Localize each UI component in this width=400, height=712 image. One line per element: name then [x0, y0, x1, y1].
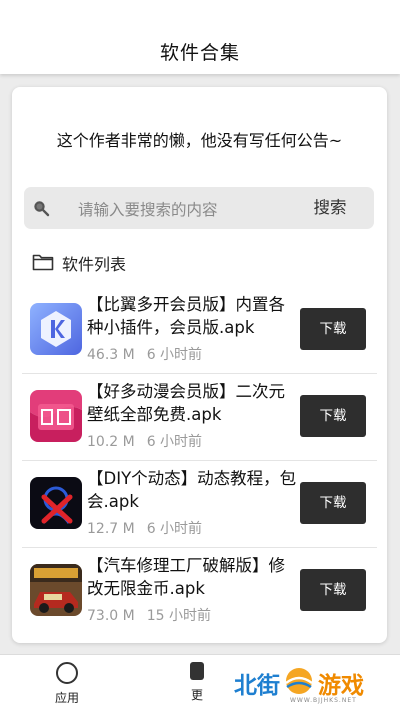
download-button[interactable]: 下载 — [300, 308, 366, 350]
list-header-label: 软件列表 — [62, 255, 127, 274]
item-time: 6 小时前 — [146, 521, 203, 537]
nav-tab-more[interactable]: 更 — [182, 661, 212, 709]
item-meta: 73.0 M 15 小时前 — [87, 605, 211, 625]
page-title: 软件合集 — [159, 42, 240, 64]
item-time: 6 小时前 — [146, 347, 203, 363]
content-card: 这个作者非常的懒，他没有写任何公告~ 请输入要搜索的内容 搜索 软件列表 【比翼… — [12, 87, 387, 643]
list-item[interactable]: 【汽车修理工厂破解版】修改无限金币.apk 73.0 M 15 小时前 下载 — [22, 548, 377, 634]
top-bar: 软件合集 — [0, 0, 400, 74]
search-icon — [34, 201, 50, 217]
nav-tab-apps[interactable]: 应用 — [42, 661, 92, 709]
anime-app-icon — [30, 390, 82, 442]
folder-icon — [32, 254, 54, 271]
diy-app-icon — [30, 477, 82, 529]
watermark-right-text: 游戏 — [318, 673, 364, 699]
list-item[interactable]: 【比翼多开会员版】内置各种小插件，会员版.apk 46.3 M 6 小时前 下载 — [22, 287, 377, 374]
item-meta: 10.2 M 6 小时前 — [87, 431, 202, 451]
grid-icon — [190, 662, 204, 680]
search-button[interactable]: 搜索 — [286, 187, 374, 229]
item-size: 12.7 M — [87, 521, 135, 537]
download-button[interactable]: 下载 — [300, 482, 366, 524]
download-button[interactable]: 下载 — [300, 395, 366, 437]
k-app-icon — [30, 303, 82, 355]
watermark-sub-text: WWW.BJJHKS.NET — [290, 697, 357, 704]
item-title: 【DIY个动态】动态教程，包会.apk — [87, 469, 297, 511]
list-item[interactable]: 【DIY个动态】动态教程，包会.apk 12.7 M 6 小时前 下载 — [22, 461, 377, 548]
item-title: 【比翼多开会员版】内置各种小插件，会员版.apk — [87, 295, 285, 337]
list-item[interactable]: 【好多动漫会员版】二次元壁纸全部免费.apk 10.2 M 6 小时前 下载 — [22, 374, 377, 461]
site-watermark: 北街 游戏 WWW.BJJHKS.NET — [232, 662, 400, 708]
announcement-text: 这个作者非常的懒，他没有写任何公告~ — [56, 131, 343, 150]
item-size: 73.0 M — [87, 608, 135, 624]
item-title: 【好多动漫会员版】二次元壁纸全部免费.apk — [87, 382, 285, 424]
download-button[interactable]: 下载 — [300, 569, 366, 611]
circle-icon — [56, 662, 78, 684]
nav-tab-apps-label: 应用 — [54, 691, 79, 705]
item-meta: 12.7 M 6 小时前 — [87, 518, 202, 538]
item-size: 46.3 M — [87, 347, 135, 363]
watermark-logo-icon — [285, 668, 313, 694]
item-size: 10.2 M — [87, 434, 135, 450]
search-bar: 请输入要搜索的内容 搜索 — [24, 187, 374, 229]
item-time: 6 小时前 — [146, 434, 203, 450]
car-repair-app-icon — [30, 564, 82, 616]
item-meta: 46.3 M 6 小时前 — [87, 344, 202, 364]
nav-tab-more-label: 更 — [190, 688, 203, 702]
item-time: 15 小时前 — [146, 608, 211, 624]
item-title: 【汽车修理工厂破解版】修改无限金币.apk — [87, 556, 285, 598]
software-list: 【比翼多开会员版】内置各种小插件，会员版.apk 46.3 M6 小时前 下载 … — [22, 287, 377, 634]
watermark-left-text: 北街 — [234, 673, 280, 699]
search-input[interactable]: 请输入要搜索的内容 — [78, 198, 218, 220]
